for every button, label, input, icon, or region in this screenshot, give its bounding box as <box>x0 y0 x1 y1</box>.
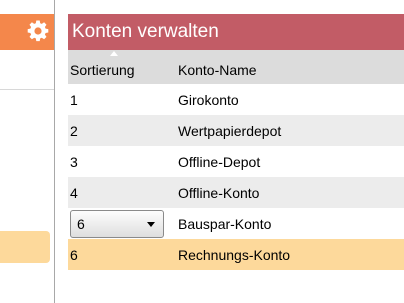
sidebar-item-active[interactable] <box>0 231 50 263</box>
row-account-name: Rechnungs-Konto <box>178 246 291 263</box>
order-select[interactable]: 6 <box>70 209 164 238</box>
row-order: 4 <box>70 184 78 201</box>
panel-title: Konten verwalten <box>68 14 404 50</box>
sidebar-divider <box>0 89 54 90</box>
column-header-name[interactable]: Konto-Name <box>164 50 404 84</box>
accounts-panel: Konten verwalten Sortierung Konto-Name 1… <box>68 14 404 270</box>
panel-divider <box>54 0 55 303</box>
table-row[interactable]: 3 Offline-Depot <box>68 146 404 177</box>
table-row-editing[interactable]: 6 Bauspar-Konto <box>68 208 404 239</box>
row-account-name: Offline-Konto <box>178 184 260 201</box>
row-account-name: Girokonto <box>178 91 239 108</box>
table-header-row: Sortierung Konto-Name <box>68 50 404 84</box>
table-row[interactable]: 2 Wertpapierdepot <box>68 115 404 146</box>
row-account-name: Offline-Depot <box>178 153 261 170</box>
column-header-name-label: Konto-Name <box>178 61 257 78</box>
row-order: 2 <box>70 122 78 139</box>
row-account-name: Wertpapierdepot <box>178 122 282 139</box>
row-order-cell: 6 <box>68 208 164 239</box>
gear-icon[interactable] <box>26 19 50 43</box>
row-order: 1 <box>70 91 78 108</box>
row-account-name: Bauspar-Konto <box>178 215 272 232</box>
chevron-down-icon <box>147 221 155 227</box>
table-row[interactable]: 4 Offline-Konto <box>68 177 404 208</box>
table-row[interactable]: 1 Girokonto <box>68 84 404 115</box>
sort-ascending-icon <box>110 51 118 56</box>
order-select-value: 6 <box>77 215 85 232</box>
table-row-selected[interactable]: 6 Rechnungs-Konto <box>68 239 404 270</box>
column-header-sort[interactable]: Sortierung <box>68 50 164 84</box>
column-header-sort-label: Sortierung <box>70 61 135 78</box>
accounts-table: Sortierung Konto-Name 1 Girokonto 2 Wert… <box>68 50 404 270</box>
row-order: 3 <box>70 153 78 170</box>
sidebar <box>0 0 54 303</box>
row-order: 6 <box>70 246 78 263</box>
